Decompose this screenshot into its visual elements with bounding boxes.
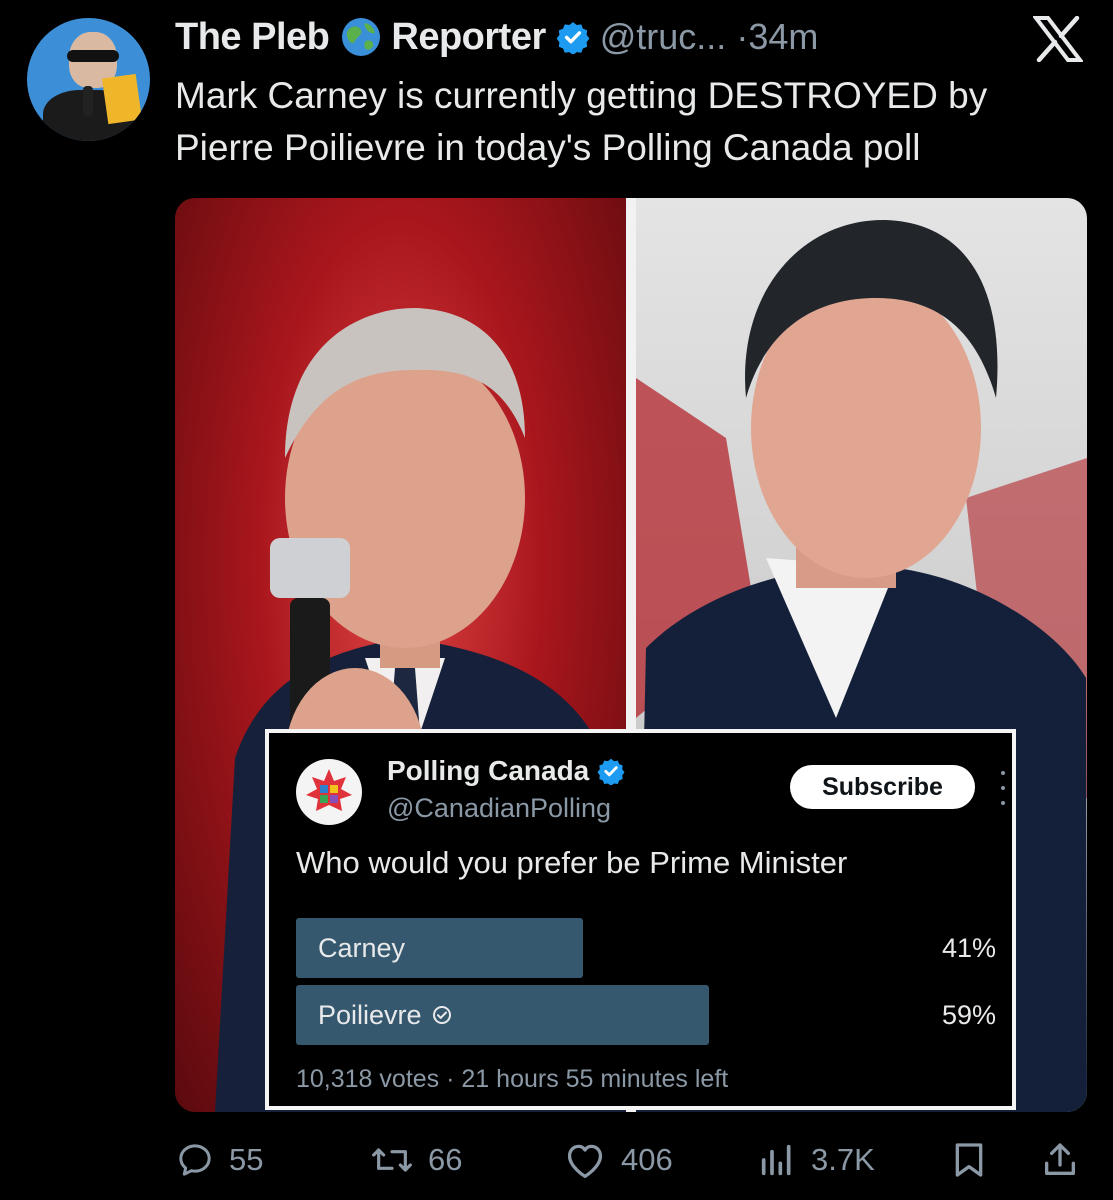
poll-option-label-wrap: Poilievre: [318, 985, 452, 1045]
avatar-mic-shape: [83, 86, 93, 116]
avatar-card-shape: [101, 73, 143, 125]
views-count: 3.7K: [811, 1142, 875, 1177]
tweet-text-line-1: Mark Carney is currently getting DESTROY…: [175, 75, 988, 116]
poll-footer: 10,318 votes · 21 hours 55 minutes left: [296, 1065, 729, 1093]
poll-question: Who would you prefer be Prime Minister: [296, 845, 848, 880]
like-icon: [567, 1144, 603, 1178]
polling-canada-logo-icon: [306, 769, 352, 811]
author-avatar[interactable]: [27, 18, 150, 141]
x-logo-icon: [1033, 16, 1083, 62]
poll-option-poilievre[interactable]: Poilievre 59%: [296, 985, 996, 1045]
poll-option-percent: 59%: [941, 999, 996, 1030]
views-button[interactable]: 3.7K: [757, 1135, 875, 1185]
subscribe-button[interactable]: Subscribe: [790, 765, 975, 809]
author-name-second[interactable]: Reporter: [391, 16, 546, 59]
poll-option-label: Carney: [318, 932, 406, 963]
poll-account-handle[interactable]: @CanadianPolling: [387, 793, 611, 824]
check-circle-icon: [432, 1006, 451, 1024]
verified-badge-icon: [556, 22, 590, 54]
views-icon: [761, 1144, 791, 1176]
repost-button[interactable]: 66: [370, 1135, 462, 1185]
poll-account-name[interactable]: Polling Canada: [387, 755, 625, 787]
poll-time-left: 21 hours 55 minutes left: [461, 1065, 729, 1093]
polling-canada-avatar[interactable]: [296, 759, 362, 825]
bookmark-icon: [955, 1143, 983, 1177]
poll-option-carney[interactable]: Carney 41%: [296, 918, 996, 978]
poll-card[interactable]: Polling Canada @CanadianPolling Subscrib…: [265, 729, 1016, 1110]
tweet-action-bar: 55 66 406 3.7K: [0, 1135, 1113, 1185]
tweet-header: The Pleb Reporter @truc... ·34m: [175, 12, 818, 62]
verified-badge-icon: [597, 758, 625, 785]
tweet-timestamp[interactable]: 34m: [748, 16, 818, 57]
share-icon: [1045, 1143, 1075, 1175]
like-count: 406: [621, 1142, 673, 1177]
tweet-text: Mark Carney is currently getting DESTROY…: [175, 70, 1095, 174]
share-button[interactable]: [1040, 1135, 1080, 1185]
poll-vote-count: 10,318 votes: [296, 1065, 440, 1093]
like-button[interactable]: 406: [563, 1135, 673, 1185]
author-handle[interactable]: @truc... ·34m: [600, 16, 819, 58]
avatar-sunglasses-shape: [67, 50, 119, 62]
reply-count: 55: [229, 1142, 264, 1177]
poll-option-percent: 41%: [941, 932, 996, 963]
poll-option-label: Poilievre: [318, 999, 422, 1030]
globe-icon: [342, 18, 381, 56]
repost-count: 66: [428, 1142, 463, 1177]
repost-icon: [372, 1148, 412, 1172]
reply-icon: [179, 1144, 211, 1176]
author-name-first[interactable]: The Pleb: [175, 16, 330, 59]
more-options-icon[interactable]: [999, 771, 1007, 805]
bookmark-button[interactable]: [950, 1135, 988, 1185]
reply-button[interactable]: 55: [175, 1135, 263, 1185]
tweet-text-line-2: Pierre Poilievre in today's Polling Cana…: [175, 127, 921, 168]
